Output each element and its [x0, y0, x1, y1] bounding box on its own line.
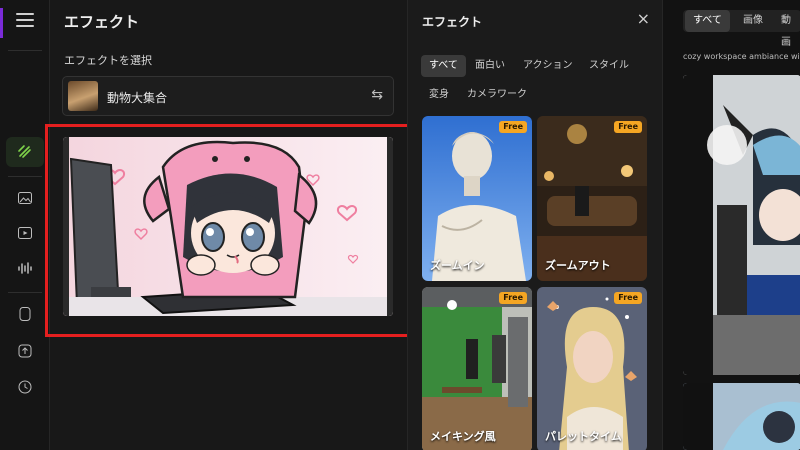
card-label: メイキング風: [430, 430, 496, 443]
generation-prompt: cozy workspace ambiance wit: [683, 52, 800, 61]
tab-videos[interactable]: 動画: [773, 10, 800, 48]
left-rail: [0, 0, 50, 450]
select-effect-label: エフェクトを選択: [64, 54, 152, 67]
rail-divider: [8, 292, 42, 293]
results-panel: すべて 画像 動画 cozy workspace ambiance wit: [662, 0, 800, 450]
effect-card-zoom-out[interactable]: Free ズームアウト: [537, 116, 647, 281]
effect-selector[interactable]: 動物大集合 ⇆: [62, 76, 394, 116]
audio-icon[interactable]: [17, 260, 33, 276]
card-label: ズームイン: [430, 259, 485, 272]
history-icon[interactable]: [17, 379, 33, 395]
effect-card-palette-time[interactable]: Free パレットタイム: [537, 287, 647, 450]
effects-icon[interactable]: [17, 144, 33, 160]
tag-action[interactable]: アクション: [515, 55, 581, 77]
device-icon[interactable]: [17, 306, 33, 322]
tag-transform[interactable]: 変身: [421, 84, 457, 106]
video-icon[interactable]: [17, 225, 33, 241]
upload-icon[interactable]: [17, 343, 33, 359]
selection-highlight: [45, 124, 421, 337]
free-badge: Free: [499, 292, 527, 304]
free-badge: Free: [614, 121, 642, 133]
swap-icon[interactable]: ⇆: [371, 87, 383, 103]
card-image: [537, 287, 647, 450]
effect-thumbnail: [68, 81, 98, 111]
tag-funny[interactable]: 面白い: [467, 55, 513, 77]
tab-all[interactable]: すべて: [685, 10, 730, 32]
menu-icon[interactable]: [16, 13, 34, 27]
media-filter-tabs: すべて 画像 動画: [683, 10, 800, 48]
effects-panel-title: エフェクト: [422, 15, 483, 29]
rail-divider: [8, 176, 42, 177]
accent-edge: [0, 8, 3, 38]
card-image: [422, 287, 532, 450]
free-badge: Free: [499, 121, 527, 133]
close-icon[interactable]: ×: [637, 9, 650, 28]
effect-card-zoom-in[interactable]: Free ズームイン: [422, 116, 532, 281]
card-label: パレットタイム: [545, 430, 622, 443]
image-icon[interactable]: [17, 190, 33, 206]
generated-result-image[interactable]: [683, 75, 800, 375]
generated-result-image[interactable]: [683, 383, 800, 450]
tag-all[interactable]: すべて: [421, 55, 466, 77]
panel-title: エフェクト: [64, 13, 140, 31]
effects-panel: エフェクト × すべて 面白い アクション スタイル 変身 カメラワーク Fre…: [407, 0, 662, 450]
tab-images[interactable]: 画像: [735, 10, 771, 32]
free-badge: Free: [614, 292, 642, 304]
effect-card-making-of[interactable]: Free メイキング風: [422, 287, 532, 450]
tag-camerawork[interactable]: カメラワーク: [459, 84, 535, 106]
selected-effect-name: 動物大集合: [107, 91, 168, 105]
tag-style[interactable]: スタイル: [581, 55, 637, 77]
rail-divider: [8, 50, 42, 51]
card-label: ズームアウト: [545, 259, 611, 272]
